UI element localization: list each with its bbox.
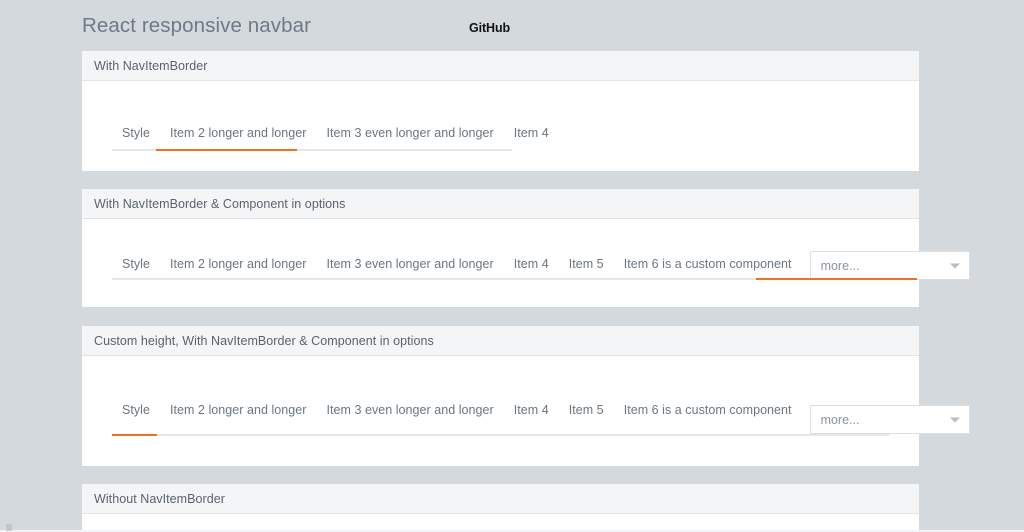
nav-item-item-2[interactable]: Item 2 longer and longer	[160, 247, 316, 280]
more-dropdown[interactable]: more...	[809, 251, 970, 280]
nav-item-label: Item 2 longer and longer	[170, 403, 307, 417]
nav-item-label: Item 3 even longer and longer	[326, 403, 494, 417]
card-header-title: With NavItemBorder & Component in option…	[94, 196, 346, 211]
scroll-indicator[interactable]	[6, 524, 12, 531]
nav-item-label: Style	[122, 256, 150, 271]
github-link[interactable]: GitHub	[469, 21, 510, 35]
nav-item-item-4[interactable]: Item 4	[504, 386, 559, 434]
page-title: React responsive navbar	[82, 14, 312, 37]
navbar-1: Style Item 2 longer and longer Item 3 ev…	[112, 115, 889, 151]
card-header-title: Without NavItemBorder	[94, 491, 225, 506]
card-custom-height: Custom height, With NavItemBorder & Comp…	[82, 326, 970, 466]
more-dropdown[interactable]: more...	[809, 405, 970, 434]
nav-underline-track	[112, 434, 889, 436]
nav-row: Style Item 2 longer and longer Item 3 ev…	[112, 386, 970, 434]
nav-active-indicator	[756, 278, 917, 280]
nav-item-label: Style	[122, 126, 150, 140]
nav-item-label: Item 2 longer and longer	[170, 126, 307, 140]
nav-item-item-3[interactable]: Item 3 even longer and longer	[316, 386, 503, 434]
nav-item-label: Item 6 is a custom component	[623, 256, 792, 271]
nav-item-item-6[interactable]: Item 6 is a custom component	[614, 247, 802, 280]
nav-item-item-2[interactable]: Item 2 longer and longer	[160, 115, 316, 151]
card-header-title: With NavItemBorder	[94, 58, 208, 73]
nav-item-item-2[interactable]: Item 2 longer and longer	[160, 386, 316, 434]
nav-item-item-5[interactable]: Item 5	[559, 386, 614, 434]
nav-item-label: Item 6 is a custom component	[623, 403, 792, 417]
navbar-3: Style Item 2 longer and longer Item 3 ev…	[112, 386, 970, 463]
card-body: Style Item 2 longer and longer Item 3 ev…	[82, 81, 919, 170]
nav-item-label: Item 5	[568, 256, 604, 271]
nav-item-label: Item 3 even longer and longer	[326, 126, 494, 140]
nav-item-style[interactable]: Style	[112, 247, 160, 280]
card-header: Custom height, With NavItemBorder & Comp…	[82, 326, 919, 356]
more-dropdown-label: more...	[820, 412, 860, 427]
nav-item-item-5[interactable]: Item 5	[559, 247, 614, 280]
nav-active-indicator	[112, 434, 157, 436]
nav-item-label: Item 2 longer and longer	[170, 256, 307, 271]
nav-item-item-3[interactable]: Item 3 even longer and longer	[316, 247, 503, 280]
more-dropdown-label: more...	[820, 258, 860, 273]
card-with-navitemborder: With NavItemBorder Style Item 2 longer a…	[82, 51, 919, 171]
nav-item-label: Item 5	[568, 403, 604, 417]
nav-item-item-4[interactable]: Item 4	[504, 247, 559, 280]
card-header: With NavItemBorder & Component in option…	[82, 189, 919, 219]
nav-row: Style Item 2 longer and longer Item 3 ev…	[112, 247, 970, 280]
nav-item-label: Item 4	[513, 256, 549, 271]
card-body: Style Item 2 longer and longer Item 3 ev…	[82, 219, 970, 306]
card-with-navitemborder-component: With NavItemBorder & Component in option…	[82, 189, 970, 307]
nav-active-indicator	[156, 149, 297, 151]
card-without-navitemborder: Without NavItemBorder	[82, 484, 919, 532]
nav-item-style[interactable]: Style	[112, 115, 160, 151]
nav-item-label: Style	[122, 403, 150, 417]
nav-item-label: Item 4	[513, 403, 549, 417]
page-header: React responsive navbar GitHub	[82, 14, 919, 48]
chevron-down-icon	[949, 263, 960, 268]
nav-item-style[interactable]: Style	[112, 386, 160, 434]
navbar-2: Style Item 2 longer and longer Item 3 ev…	[112, 247, 970, 280]
more-dropdown-wrap: more...	[809, 251, 970, 280]
card-header: With NavItemBorder	[82, 51, 919, 81]
more-dropdown-wrap: more...	[809, 405, 970, 434]
nav-item-item-4[interactable]: Item 4	[504, 115, 559, 151]
nav-item-item-3[interactable]: Item 3 even longer and longer	[316, 115, 503, 151]
nav-row: Style Item 2 longer and longer Item 3 ev…	[112, 115, 889, 151]
nav-item-label: Item 4	[513, 126, 549, 140]
card-body: Style Item 2 longer and longer Item 3 ev…	[82, 356, 970, 465]
card-header-title: Custom height, With NavItemBorder & Comp…	[94, 333, 434, 348]
nav-item-label: Item 3 even longer and longer	[326, 256, 494, 271]
nav-item-item-6[interactable]: Item 6 is a custom component	[614, 386, 802, 434]
chevron-down-icon	[949, 417, 960, 422]
page-root: React responsive navbar GitHub With NavI…	[0, 0, 1024, 532]
card-header: Without NavItemBorder	[82, 484, 919, 514]
